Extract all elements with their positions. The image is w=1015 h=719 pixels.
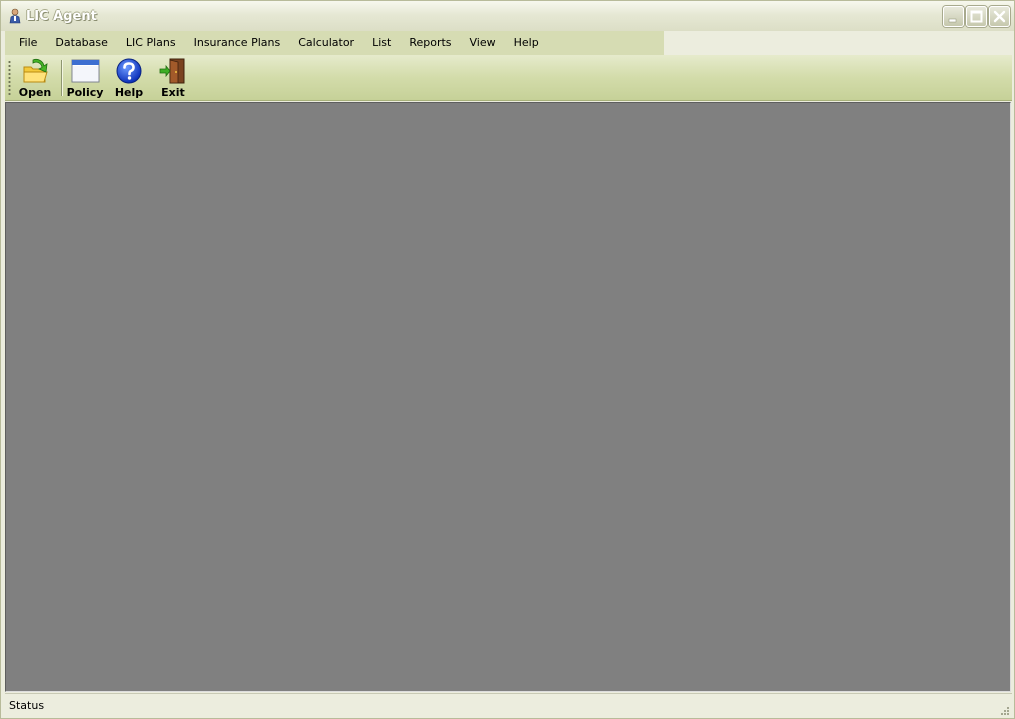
minimize-button[interactable] — [943, 6, 964, 27]
menu-reports[interactable]: Reports — [400, 31, 460, 55]
open-folder-arrow-icon — [19, 57, 51, 85]
toolbar-separator — [61, 60, 62, 96]
window-form-icon — [69, 57, 101, 85]
open-button-label: Open — [18, 86, 52, 99]
close-button[interactable] — [989, 6, 1010, 27]
close-icon — [993, 10, 1006, 23]
menu-calculator[interactable]: Calculator — [289, 31, 363, 55]
menu-view[interactable]: View — [461, 31, 505, 55]
maximize-button[interactable] — [966, 6, 987, 27]
window-title: LIC Agent — [26, 8, 97, 24]
toolbar-grip-handle[interactable] — [8, 60, 11, 96]
menu-help[interactable]: Help — [505, 31, 548, 55]
maximize-icon — [970, 10, 983, 23]
exit-door-icon — [157, 57, 189, 85]
window-controls — [943, 6, 1010, 27]
status-bar: Status — [5, 693, 1012, 717]
question-mark-icon — [113, 57, 145, 85]
menu-insurance-plans[interactable]: Insurance Plans — [185, 31, 290, 55]
menu-bar: File Database LIC Plans Insurance Plans … — [5, 31, 664, 55]
policy-button-label: Policy — [66, 86, 104, 99]
help-button[interactable]: Help — [109, 57, 149, 99]
menu-file[interactable]: File — [5, 31, 46, 55]
person-icon[interactable] — [7, 8, 23, 24]
app-window: LIC Agent File Database LIC Plans Insura… — [0, 0, 1015, 719]
menu-list[interactable]: List — [363, 31, 400, 55]
menu-bar-empty-area — [664, 31, 1010, 55]
resize-grip-icon[interactable] — [998, 703, 1010, 715]
menu-database[interactable]: Database — [46, 31, 117, 55]
minimize-icon — [948, 18, 957, 23]
exit-button-label: Exit — [161, 86, 185, 99]
policy-button[interactable]: Policy — [65, 57, 105, 99]
mdi-client-area[interactable] — [5, 102, 1011, 692]
status-text: Status — [9, 699, 45, 712]
exit-button[interactable]: Exit — [153, 57, 193, 99]
toolbar: Open Policy Help Exit — [5, 55, 1012, 101]
menu-lic-plans[interactable]: LIC Plans — [117, 31, 185, 55]
title-bar[interactable]: LIC Agent — [1, 1, 1014, 31]
open-button[interactable]: Open — [15, 57, 55, 99]
help-button-label: Help — [114, 86, 144, 99]
